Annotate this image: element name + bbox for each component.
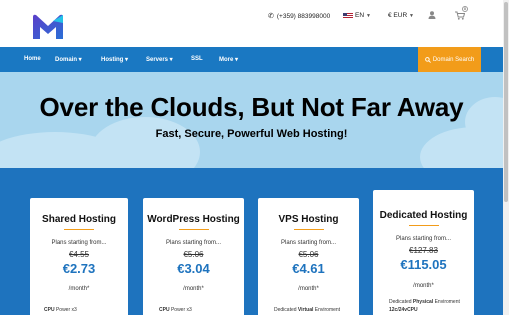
pricing-card-dedicated[interactable]: Dedicated Hosting Plans starting from...… xyxy=(373,190,474,315)
card-plans-text: Plans starting from... xyxy=(51,240,107,246)
card-price: €3.04 xyxy=(177,261,210,276)
card-divider xyxy=(409,225,439,226)
main-nav: Home Domain ▾ Hosting ▾ Servers ▾ SSL Mo… xyxy=(0,47,503,72)
top-header: ✆ (+359) 883998000 EN ▼ € EUR ▼ 0 xyxy=(0,0,503,47)
domain-search-button[interactable]: Domain Search xyxy=(418,47,481,72)
nav-item-home[interactable]: Home xyxy=(24,56,41,62)
nav-item-domain[interactable]: Domain ▾ xyxy=(55,56,82,63)
phone-icon: ✆ xyxy=(268,13,274,20)
card-old-price: €5.06 xyxy=(183,250,204,259)
card-plans-text: Plans starting from... xyxy=(395,236,452,242)
language-label: EN xyxy=(355,12,365,19)
nav-item-more[interactable]: More ▾ xyxy=(219,56,238,63)
currency-selector[interactable]: € EUR ▼ xyxy=(388,12,414,19)
card-title: Dedicated Hosting xyxy=(379,210,468,221)
card-plans-text: Plans starting from... xyxy=(280,240,337,246)
card-price: €2.73 xyxy=(62,261,96,276)
card-period: /month* xyxy=(183,286,204,292)
card-price: €4.61 xyxy=(292,261,325,276)
currency-label: € EUR xyxy=(388,12,408,19)
phone-link[interactable]: ✆ (+359) 883998000 xyxy=(268,12,331,21)
pricing-card-shared[interactable]: Shared Hosting Plans starting from... €4… xyxy=(30,198,128,315)
hero-title: Over the Clouds, But Not Far Away xyxy=(39,92,464,122)
card-title: WordPress Hosting xyxy=(147,214,240,225)
us-flag-icon xyxy=(343,12,353,19)
search-icon xyxy=(424,56,431,63)
chevron-down-icon: ▼ xyxy=(366,12,371,19)
card-feature: Dedicated Virtual Enviroment xyxy=(274,307,341,313)
card-old-price: €127.83 xyxy=(409,246,438,255)
card-price: €115.05 xyxy=(400,257,447,272)
card-plans-text: Plans starting from... xyxy=(165,240,222,246)
card-period: /month* xyxy=(298,286,319,292)
card-feature: CPU Power x3 xyxy=(44,307,77,313)
cloud-decoration xyxy=(90,117,200,168)
pricing-section: Shared Hosting Plans starting from... €4… xyxy=(0,168,503,315)
phone-number: (+359) 883998000 xyxy=(276,12,331,20)
hero-banner: Over the Clouds, But Not Far Away Fast, … xyxy=(0,72,503,168)
nav-item-servers[interactable]: Servers ▾ xyxy=(146,56,173,63)
language-selector[interactable]: EN ▼ xyxy=(343,12,371,19)
card-title: VPS Hosting xyxy=(278,214,339,225)
cart-count-badge: 0 xyxy=(462,6,468,12)
logo-m-icon[interactable] xyxy=(31,13,65,41)
card-feature-cpu: 12c/24vCPU xyxy=(389,307,418,313)
hero-subtitle: Fast, Secure, Powerful Web Hosting! xyxy=(155,128,348,140)
scrollbar-thumb[interactable] xyxy=(504,2,508,202)
card-title: Shared Hosting xyxy=(42,214,116,225)
nav-item-hosting[interactable]: Hosting ▾ xyxy=(101,56,128,63)
chevron-down-icon: ▼ xyxy=(408,13,414,19)
card-feature: CPU Power x3 xyxy=(159,307,192,313)
domain-search-label: Domain Search xyxy=(432,56,475,63)
card-period: /month* xyxy=(413,283,434,289)
card-feature: Dedicated Physical Enviroment xyxy=(389,299,460,305)
card-divider xyxy=(179,229,209,230)
pricing-card-vps[interactable]: VPS Hosting Plans starting from... €5.06… xyxy=(258,198,359,315)
nav-item-ssl[interactable]: SSL xyxy=(191,56,203,62)
card-period: /month* xyxy=(68,286,90,292)
card-divider xyxy=(64,229,94,230)
card-old-price: €4.55 xyxy=(68,250,90,259)
user-icon[interactable] xyxy=(428,11,436,19)
card-divider xyxy=(294,229,324,230)
pricing-card-wordpress[interactable]: WordPress Hosting Plans starting from...… xyxy=(143,198,244,315)
card-old-price: €5.06 xyxy=(298,250,319,259)
cart-icon[interactable] xyxy=(455,11,465,20)
